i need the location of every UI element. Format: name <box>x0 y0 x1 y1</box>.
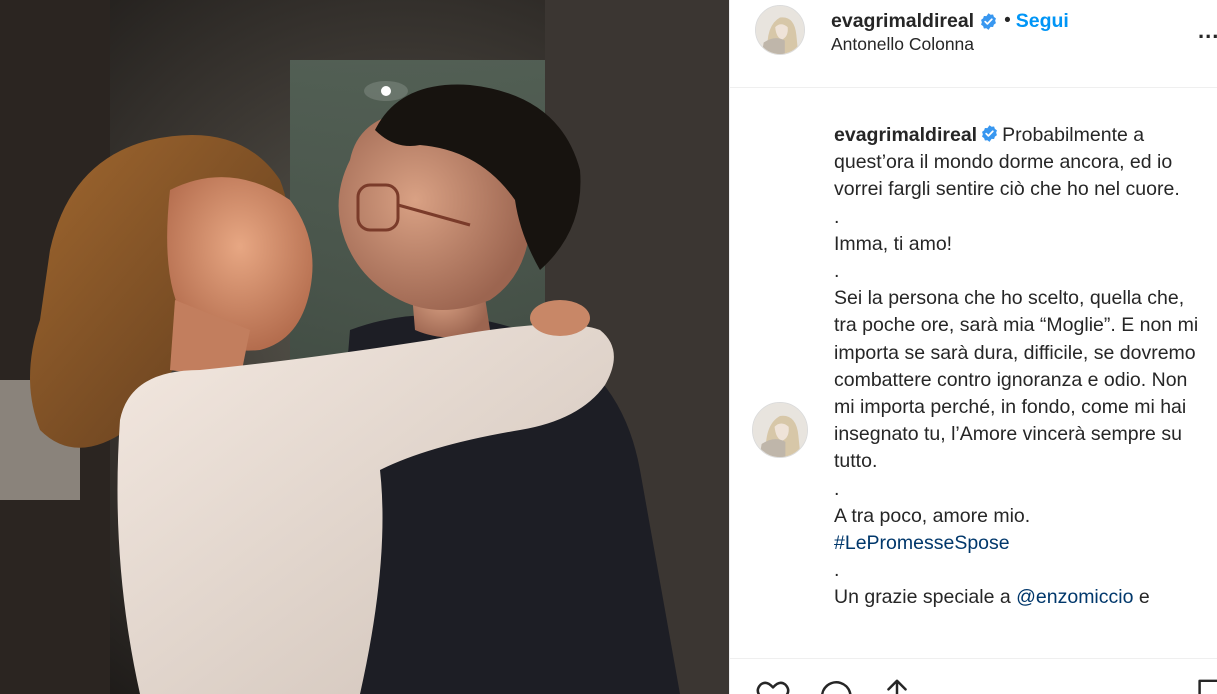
separator-dot: • <box>1004 10 1011 31</box>
caption-author-avatar[interactable] <box>752 402 808 458</box>
hashtag-link[interactable]: #LePromesseSpose <box>834 532 1010 554</box>
author-avatar[interactable] <box>755 5 805 55</box>
post-side-panel: evagrimaldireal • Segui Antonello Colonn… <box>729 0 1217 694</box>
comment-icon[interactable] <box>816 677 854 694</box>
caption-line: Imma, ti amo! <box>834 232 953 255</box>
bookmark-icon[interactable] <box>1192 677 1217 694</box>
comments-section[interactable]: evagrimaldireal Probabilmente a quest’ora… <box>730 89 1217 658</box>
caption-line: Sei la persona che ho scelto, quella che… <box>834 287 1199 473</box>
post-caption: evagrimaldireal Probabilmente a quest’ora… <box>834 122 1212 612</box>
verified-badge-icon <box>982 125 998 142</box>
heart-icon[interactable] <box>754 677 792 694</box>
share-icon[interactable] <box>878 677 916 694</box>
post-header: evagrimaldireal • Segui Antonello Colonn… <box>730 0 1217 88</box>
mention-link[interactable]: @enzomiccio <box>1016 586 1133 608</box>
caption-line: . <box>834 477 840 500</box>
caption-username[interactable]: evagrimaldireal <box>834 124 977 146</box>
post-image <box>0 0 729 694</box>
caption-line: #LePromesseSpose <box>834 530 1212 557</box>
post-photo[interactable] <box>0 0 729 694</box>
thanks-text: Un grazie speciale a <box>834 586 1017 609</box>
caption-line: Un grazie speciale a @enzomiccio e <box>834 584 1212 611</box>
author-username[interactable]: evagrimaldireal <box>831 10 974 33</box>
more-options-icon[interactable]: ... <box>1198 18 1217 44</box>
caption-line: A tra poco, amore mio. <box>834 504 1031 527</box>
verified-badge-icon <box>981 12 997 30</box>
thanks-suffix: e <box>1133 586 1150 609</box>
caption-line: evagrimaldireal Probabilmente a quest’ora… <box>834 122 1212 204</box>
caption-line: . <box>834 205 840 228</box>
post-location[interactable]: Antonello Colonna <box>831 34 974 55</box>
follow-button[interactable]: Segui <box>1016 10 1069 33</box>
caption-line: . <box>834 559 840 582</box>
action-bar <box>730 658 1217 694</box>
caption-line: . <box>834 260 840 283</box>
